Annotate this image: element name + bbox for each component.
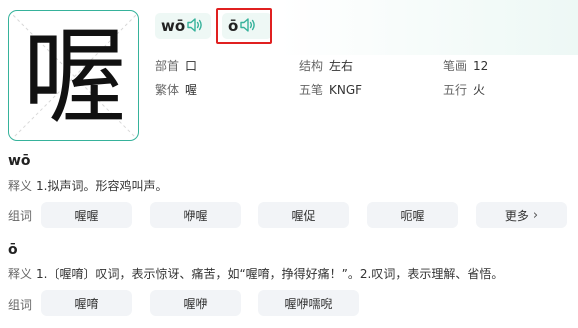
info-value: 12 bbox=[473, 59, 489, 73]
info-five-elements: 五行火 bbox=[443, 81, 485, 98]
info-value: 口 bbox=[185, 59, 198, 73]
definition-label: 释义 bbox=[8, 267, 33, 281]
definition-text: 1.〔喔唷〕叹词，表示惊讶、痛苦，如“喔唷，挣得好痛！”。2.叹词，表示理解、省… bbox=[36, 267, 504, 281]
word-chip[interactable]: 咿喔 bbox=[150, 202, 241, 228]
more-words-button[interactable]: 更多 › bbox=[476, 202, 567, 228]
pronunciation-pinyin: wō bbox=[161, 17, 186, 35]
word-chip[interactable]: 喔喔 bbox=[41, 202, 132, 228]
pronunciation-button-wo[interactable]: wō bbox=[155, 13, 211, 39]
word-chip[interactable]: 喔促 bbox=[258, 202, 349, 228]
main-character: 喔 bbox=[22, 15, 127, 138]
words-label: 组词 bbox=[8, 298, 33, 312]
more-label: 更多 bbox=[504, 208, 529, 223]
highlight-box bbox=[216, 8, 272, 44]
words-label: 组词 bbox=[8, 209, 33, 223]
info-value: 火 bbox=[473, 83, 486, 97]
word-chip[interactable]: 喔咿 bbox=[150, 290, 241, 316]
chevron-right-icon: › bbox=[532, 207, 539, 223]
info-label: 繁体 bbox=[155, 83, 180, 97]
sense-pinyin-heading: ō bbox=[8, 242, 18, 258]
sense-pinyin-heading: wō bbox=[8, 153, 31, 169]
character-card: 喔 bbox=[8, 10, 139, 141]
info-label: 结构 bbox=[299, 59, 324, 73]
word-chip[interactable]: 喔咿嚅唲 bbox=[258, 290, 359, 316]
definition-text: 1.拟声词。形容鸡叫声。 bbox=[36, 179, 168, 193]
word-chip[interactable]: 喔唷 bbox=[41, 290, 132, 316]
info-strokes: 笔画 12 bbox=[443, 57, 488, 74]
info-label: 五笔 bbox=[299, 83, 324, 97]
header-background bbox=[280, 0, 578, 55]
sense-definition: 释义 1.〔喔唷〕叹词，表示惊讶、痛苦，如“喔唷，挣得好痛！”。2.叹词，表示理解… bbox=[8, 265, 503, 282]
word-chip[interactable]: 呃喔 bbox=[367, 202, 458, 228]
sense-definition: 释义 1.拟声词。形容鸡叫声。 bbox=[8, 177, 167, 194]
info-structure: 结构 左右 bbox=[299, 57, 353, 74]
info-radical: 部首口 bbox=[155, 57, 197, 74]
info-label: 部首 bbox=[155, 59, 180, 73]
definition-label: 释义 bbox=[8, 179, 33, 193]
info-traditional: 繁体喔 bbox=[155, 81, 197, 98]
info-label: 笔画 bbox=[443, 59, 468, 73]
info-label: 五行 bbox=[443, 83, 468, 97]
info-wubi: 五笔 KNGF bbox=[299, 81, 362, 98]
speaker-icon[interactable] bbox=[187, 17, 203, 36]
info-value: 左右 bbox=[329, 59, 354, 73]
info-value: 喔 bbox=[185, 83, 198, 97]
info-value: KNGF bbox=[329, 83, 363, 97]
